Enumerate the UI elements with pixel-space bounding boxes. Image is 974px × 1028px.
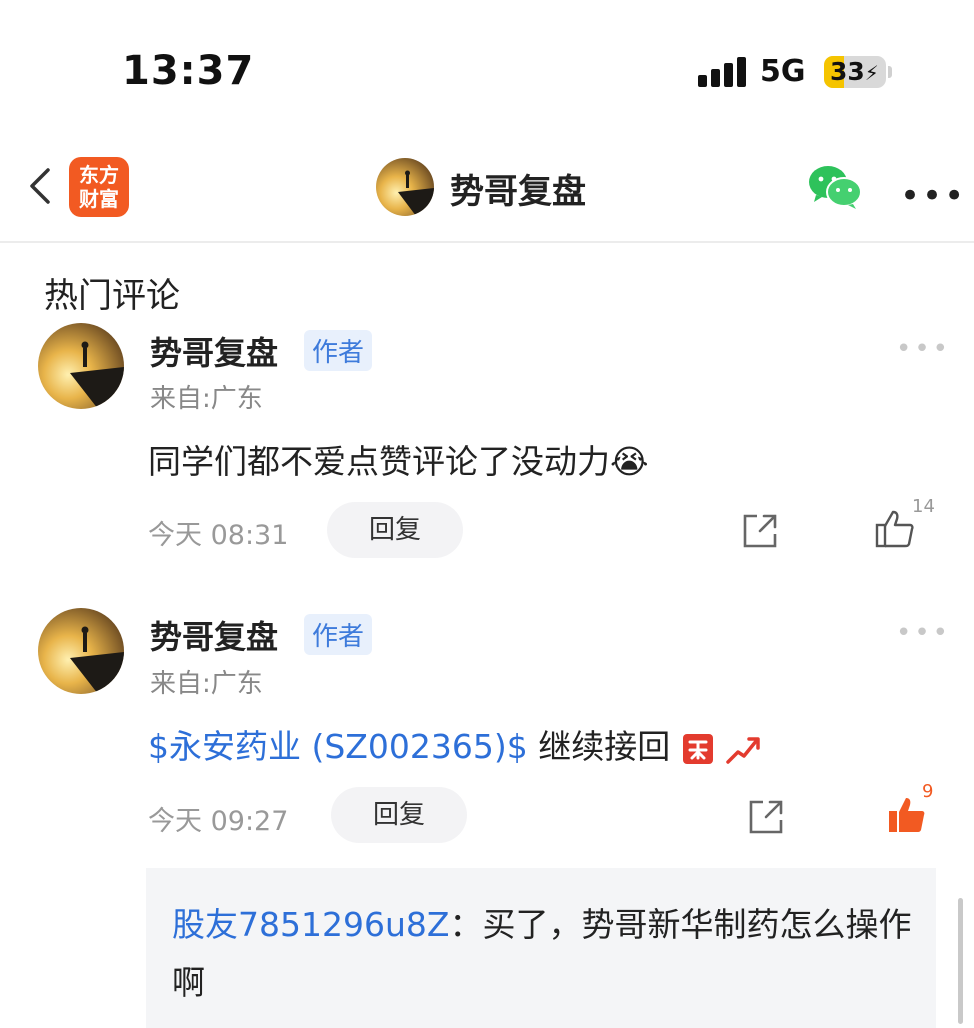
scrollbar[interactable]: [958, 898, 963, 1024]
comment-location: 来自:广东: [150, 669, 263, 699]
share-icon[interactable]: [746, 797, 786, 837]
reply-button[interactable]: 回复: [327, 502, 463, 558]
rising-trend-icon: [726, 736, 761, 764]
logo-line-2: 财富: [79, 187, 119, 211]
share-icon[interactable]: [740, 511, 780, 551]
battery-tip: [888, 66, 892, 78]
author-badge: 作者: [304, 330, 373, 371]
header-avatar[interactable]: [376, 158, 434, 216]
app-logo[interactable]: 东方 财富: [69, 157, 129, 217]
comment-avatar[interactable]: [38, 608, 124, 694]
comment-text-content: 同学们都不爱点赞评论了没动力: [148, 442, 610, 481]
thumbs-up-icon[interactable]: [874, 508, 916, 550]
reply-username[interactable]: 股友7851296u8Z: [172, 905, 450, 944]
back-arrow-icon[interactable]: [22, 166, 62, 206]
stock-link[interactable]: $永安药业 (SZ002365)$: [148, 727, 528, 766]
comment-author-name[interactable]: 势哥复盘: [150, 328, 278, 374]
header-divider: [0, 241, 974, 243]
crying-emoji-icon: 😭: [610, 442, 649, 481]
section-title: 热门评论: [44, 276, 180, 316]
more-options-icon[interactable]: •••: [900, 176, 966, 216]
comment-text: $永安药业 (SZ002365)$ 继续接回: [148, 720, 763, 768]
wechat-share-icon[interactable]: [808, 164, 862, 210]
network-label: 5G: [760, 54, 806, 89]
like-count: 14: [912, 496, 935, 517]
like-count: 9: [922, 781, 934, 802]
buy-emoji-icon: [682, 733, 713, 764]
comment-time: 今天 09:27: [148, 806, 289, 837]
comment-more-icon[interactable]: •••: [896, 334, 951, 364]
battery-icon: 33⚡: [824, 56, 886, 88]
signal-icon: [698, 57, 746, 87]
comment-more-icon[interactable]: •••: [896, 618, 951, 648]
comment-text-content: 继续接回: [527, 727, 671, 766]
page-title: 势哥复盘: [450, 172, 586, 212]
comment-location: 来自:广东: [150, 384, 263, 414]
comment-avatar[interactable]: [38, 323, 124, 409]
comment-text: 同学们都不爱点赞评论了没动力😭: [148, 435, 649, 483]
author-badge: 作者: [304, 614, 373, 655]
comment-author-name[interactable]: 势哥复盘: [150, 612, 278, 658]
logo-line-1: 东方: [79, 163, 119, 187]
nested-reply: 股友7851296u8Z：买了，势哥新华制药怎么操作啊: [172, 896, 912, 1012]
comment-time: 今天 08:31: [148, 520, 289, 551]
reply-separator: ：: [449, 905, 483, 944]
status-time: 13:37: [122, 48, 255, 94]
reply-button[interactable]: 回复: [331, 787, 467, 843]
battery-level: 33: [830, 57, 865, 86]
